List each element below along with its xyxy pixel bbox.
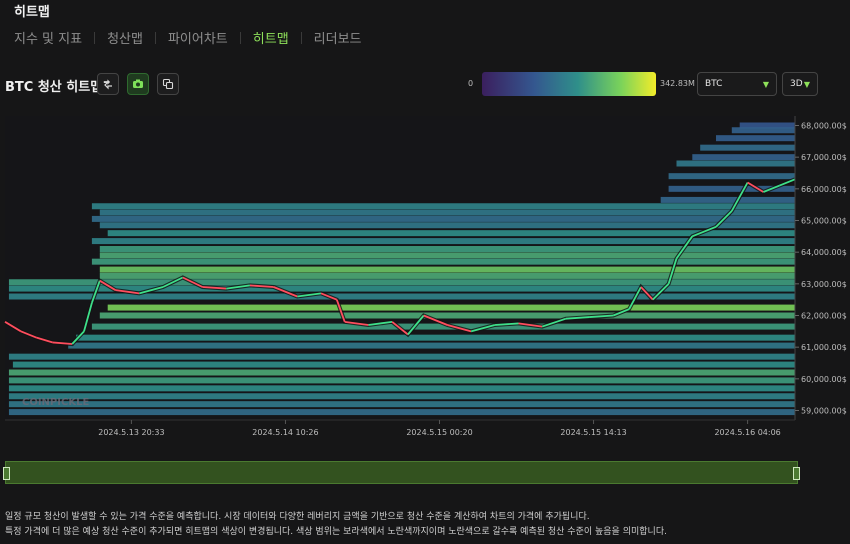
heatmap-level [8, 401, 795, 408]
nav-divider [300, 31, 302, 44]
x-tick-label: 2024.5.15 14:13 [560, 428, 626, 437]
copy-icon [162, 78, 174, 90]
screenshot-button[interactable] [127, 73, 149, 95]
y-tick-label: 66,000.00$ [801, 185, 847, 194]
heatmap-level [76, 334, 796, 341]
y-tick-label: 61,000.00$ [801, 343, 847, 352]
x-tick-label: 2024.5.16 04:06 [714, 428, 780, 437]
heatmap-level [12, 361, 795, 368]
heatmap-level [91, 215, 795, 222]
heatmap-level [8, 293, 795, 300]
navigator-left-handle[interactable] [3, 467, 10, 480]
tab-index-indicators[interactable]: 지수 및 지표 [14, 28, 82, 47]
chart-header: BTC 청산 히트맵 0 342.83M BTC ▼ 3D ▼ [0, 70, 850, 100]
tab-heatmap[interactable]: 히트맵 [253, 28, 289, 47]
description: 일정 규모 청산이 발생할 수 있는 가격 수준을 예측합니다. 시장 데이터와… [5, 510, 667, 540]
scale-min-label: 0 [468, 79, 474, 88]
heatmap-level [91, 203, 795, 210]
heatmap-level [716, 135, 795, 142]
scale-max-label: 342.83M [660, 79, 695, 88]
heatmap-level [91, 258, 795, 265]
heatmap-level [8, 353, 795, 360]
y-tick-label: 60,000.00$ [801, 375, 847, 384]
symbol-select-value: BTC [705, 79, 723, 89]
heatmap-chart[interactable]: 59,000.00$ 60,000.00$ 61,000.00$ 62,000.00$… [0, 108, 850, 448]
nav-divider [94, 31, 96, 44]
description-line-2: 특정 가격에 더 많은 예상 청산 수준이 추가되면 히트맵의 색상이 변경됩니… [5, 527, 667, 537]
x-tick-label: 2024.5.14 10:26 [252, 428, 318, 437]
heatmap-level [99, 222, 796, 229]
heatmap-level [731, 127, 795, 134]
heatmap-level [99, 266, 796, 273]
heatmap-level [8, 279, 795, 286]
refresh-button[interactable] [97, 73, 119, 95]
heatmap-level [99, 252, 796, 259]
y-tick-label: 63,000.00$ [801, 280, 847, 289]
heatmap-level [676, 160, 795, 167]
navigator-right-handle[interactable] [793, 467, 800, 480]
color-scale-bar [482, 72, 656, 96]
heatmap-level [99, 246, 796, 252]
heatmap-level [8, 377, 795, 384]
copy-button[interactable] [157, 73, 179, 95]
heatmap-level [668, 173, 795, 180]
chevron-down-icon: ▼ [762, 79, 769, 89]
tab-liquidation-map[interactable]: 청산맵 [107, 28, 143, 47]
heatmap-level [8, 385, 795, 392]
watermark: COINPICKLE [22, 397, 89, 408]
chart-title: BTC 청산 히트맵 [5, 80, 103, 95]
heatmap-level [8, 409, 795, 416]
camera-icon [133, 79, 143, 88]
y-tick-label: 64,000.00$ [801, 248, 847, 257]
description-line-1: 일정 규모 청산이 발생할 수 있는 가격 수준을 예측합니다. 시장 데이터와… [5, 512, 590, 522]
page-title: 히트맵 [14, 5, 50, 20]
y-tick-label: 65,000.00$ [801, 217, 847, 226]
heatmap-level [8, 369, 795, 376]
x-tick-label: 2024.5.13 20:33 [98, 428, 164, 437]
heatmap-level [68, 342, 795, 349]
heatmap-level [8, 393, 795, 400]
heatmap-level [107, 304, 795, 311]
chevron-down-icon: ▼ [803, 79, 810, 89]
tab-leaderboard[interactable]: 리더보드 [314, 28, 362, 47]
heatmap-levels [5, 116, 796, 420]
price-axis: 59,000.00$ 60,000.00$ 61,000.00$ 62,000.00$… [794, 116, 847, 420]
nav-divider [154, 31, 156, 44]
heatmap-level [99, 312, 796, 319]
time-axis: 2024.5.13 20:33 2024.5.14 10:26 2024.5.15 … [5, 419, 795, 437]
range-select-value: 3D [790, 79, 803, 89]
heatmap-level [99, 209, 796, 216]
refresh-icon [103, 79, 112, 90]
heatmap-level [660, 196, 795, 203]
symbol-select[interactable]: BTC ▼ [697, 72, 777, 96]
y-tick-label: 67,000.00$ [801, 153, 847, 162]
heatmap-level [99, 272, 796, 279]
y-tick-label: 62,000.00$ [801, 312, 847, 321]
main-nav: 지수 및 지표 청산맵 파이어차트 히트맵 리더보드 [14, 28, 362, 47]
heatmap-level [700, 144, 795, 151]
x-tick-label: 2024.5.15 00:20 [406, 428, 472, 437]
time-navigator[interactable] [3, 461, 800, 484]
y-tick-label: 68,000.00$ [801, 122, 847, 131]
tab-fire-chart[interactable]: 파이어차트 [168, 28, 228, 47]
y-tick-label: 59,000.00$ [801, 407, 847, 416]
nav-divider [239, 31, 241, 44]
heatmap-level [692, 154, 795, 161]
range-select[interactable]: 3D ▼ [782, 72, 818, 96]
